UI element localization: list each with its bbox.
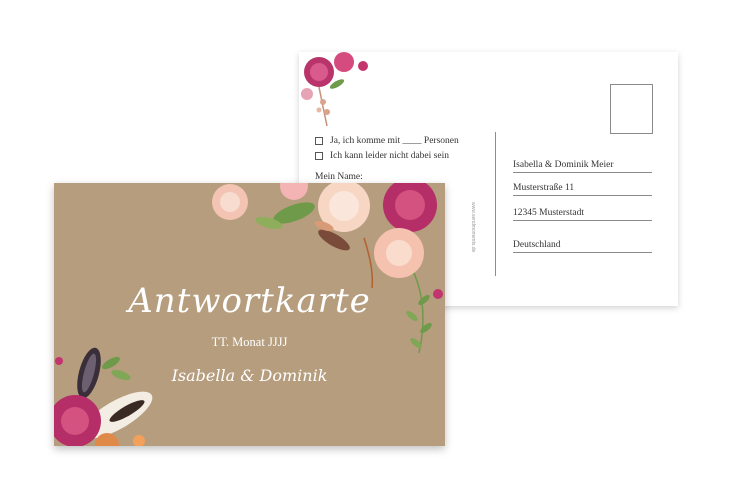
- checkbox-icon[interactable]: [315, 137, 323, 145]
- event-date: TT. Monat JJJJ: [211, 335, 288, 349]
- floral-top-right-decoration: [212, 183, 443, 354]
- floral-corner-decoration: [301, 52, 368, 127]
- vertical-url-text: www.sendmoments.de: [470, 202, 476, 253]
- address-line-city: 12345 Musterstadt: [513, 206, 652, 221]
- address-line-street: Musterstraße 11: [513, 181, 652, 196]
- address-line-country: Deutschland: [513, 238, 652, 253]
- address-line-name: Isabella & Dominik Meier: [513, 158, 652, 173]
- address-name: Isabella & Dominik Meier: [513, 160, 614, 170]
- checkbox-icon[interactable]: [315, 152, 323, 160]
- address-city: 12345 Musterstadt: [513, 208, 584, 218]
- couple-names: Isabella & Dominik: [171, 366, 328, 385]
- option-yes-label: Ja, ich komme mit ____ Personen: [330, 136, 459, 146]
- address-country: Deutschland: [513, 240, 561, 250]
- option-no-label: Ich kann leider nicht dabei sein: [330, 151, 449, 161]
- card-divider: [495, 132, 496, 276]
- address-street: Musterstraße 11: [513, 183, 575, 193]
- reply-card-front: Antwortkarte TT. Monat JJJJ Isabella & D…: [54, 183, 445, 446]
- name-label: Mein Name:: [315, 172, 363, 182]
- stamp-box: [610, 84, 653, 134]
- option-no[interactable]: Ich kann leider nicht dabei sein: [315, 151, 449, 161]
- card-title: Antwortkarte: [128, 281, 371, 321]
- option-yes[interactable]: Ja, ich komme mit ____ Personen: [315, 136, 459, 146]
